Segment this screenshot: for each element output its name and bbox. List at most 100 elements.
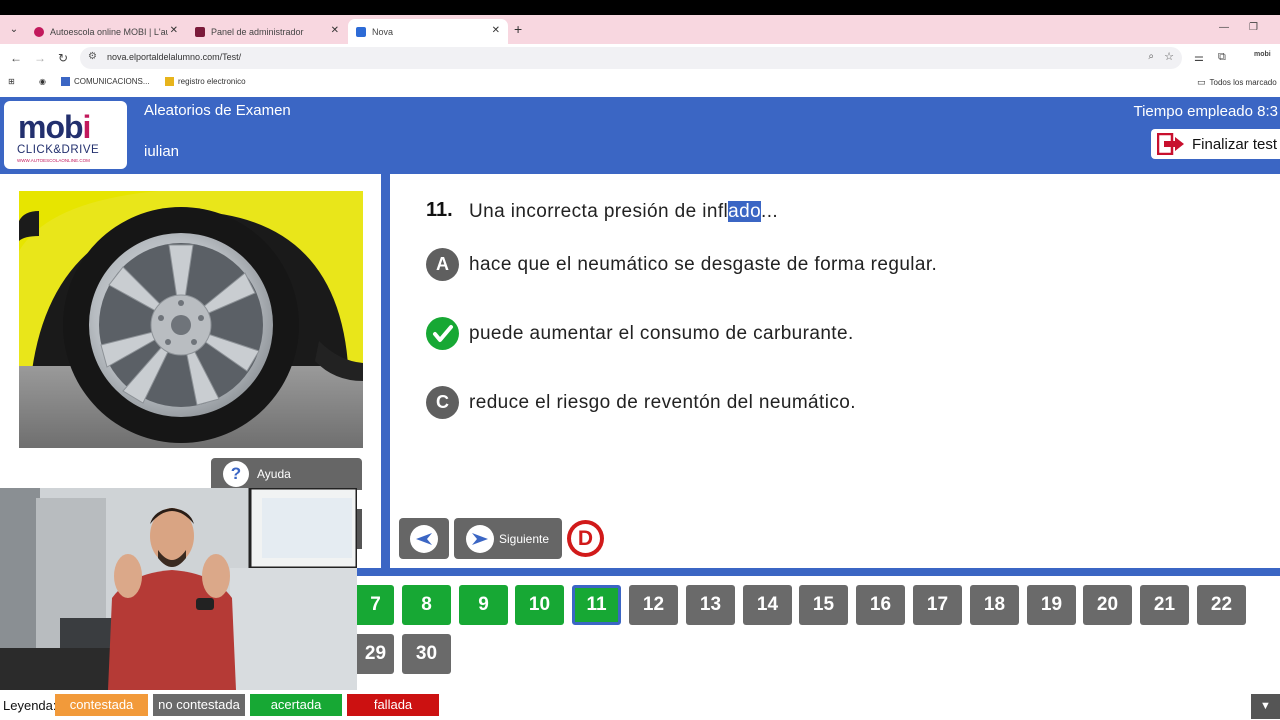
legend-unanswered: no contestada: [153, 694, 245, 716]
close-tab-icon[interactable]: ✕: [492, 25, 500, 36]
legend-label: Leyenda:: [3, 697, 57, 713]
help-button[interactable]: ? Ayuda: [211, 458, 362, 490]
profile-icon[interactable]: mobi: [1254, 51, 1271, 58]
question-button-12[interactable]: 12: [629, 585, 678, 625]
url-bar[interactable]: ⚙ nova.elportaldelalumno.com/Test/ ⌕ ☆: [80, 47, 1182, 69]
question-image-tire: [19, 191, 363, 448]
question-button-17[interactable]: 17: [913, 585, 962, 625]
finish-test-label: Finalizar test: [1192, 135, 1278, 153]
checkmark-icon: [426, 317, 459, 350]
close-tab-icon[interactable]: ✕: [331, 25, 339, 36]
question-button-19[interactable]: 19: [1027, 585, 1076, 625]
answer-option-c[interactable]: C reduce el riesgo de reventón del neumá…: [426, 386, 856, 419]
tab-title: Autoescola online MOBI | L'auto: [50, 26, 168, 37]
nova-favicon-icon: [356, 26, 366, 37]
url-text: nova.elportaldelalumno.com/Test/: [107, 52, 242, 62]
address-toolbar: ← → ↻ ⚙ nova.elportaldelalumno.com/Test/…: [0, 44, 1280, 72]
question-button-15[interactable]: 15: [799, 585, 848, 625]
logo-url-text: WWW.AUTOESCOLAONLINE.COM: [17, 158, 90, 163]
restore-icon[interactable]: ❐: [1249, 22, 1258, 33]
bookmark-comunicacions[interactable]: COMUNICACIONS...: [61, 77, 150, 86]
back-arrow-icon[interactable]: ←: [10, 51, 22, 65]
zoom-icon[interactable]: ⌕: [1148, 51, 1154, 62]
finish-test-button[interactable]: Finalizar test: [1151, 129, 1280, 159]
previous-button[interactable]: [399, 518, 449, 559]
question-button-18[interactable]: 18: [970, 585, 1019, 625]
browser-tab-mobi[interactable]: Autoescola online MOBI | L'auto ✕: [26, 19, 186, 44]
option-text: hace que el neumático se desgaste de for…: [469, 253, 938, 275]
help-label: Ayuda: [257, 467, 291, 481]
globe-bookmark-icon[interactable]: ◉: [39, 77, 46, 86]
doc-icon: [61, 77, 70, 86]
arrow-right-icon: [466, 524, 494, 553]
question-button-20[interactable]: 20: [1083, 585, 1132, 625]
next-label: Siguiente: [499, 531, 550, 546]
answer-option-b[interactable]: puede aumentar el consumo de carburante.: [426, 317, 854, 350]
bookmark-registro[interactable]: registro electronico: [165, 77, 246, 86]
folder-icon: ▭: [1197, 77, 1206, 87]
question-button-9[interactable]: 9: [459, 585, 508, 625]
selected-text: ado: [728, 201, 762, 222]
browser-tab-nova[interactable]: Nova ✕: [348, 19, 508, 44]
question-button-29[interactable]: 29: [357, 634, 394, 674]
close-tab-icon[interactable]: ✕: [170, 25, 178, 36]
apps-grid-icon[interactable]: ⊞: [8, 77, 15, 86]
all-bookmarks[interactable]: ▭ Todos los marcado: [1197, 77, 1277, 88]
tab-title: Nova: [372, 26, 394, 37]
bookmark-label: registro electronico: [178, 77, 246, 86]
browser-tab-admin[interactable]: Panel de administrador ✕: [187, 19, 347, 44]
mobi-favicon-icon: [34, 26, 44, 37]
browser-tab-strip: ⌄ Autoescola online MOBI | L'auto ✕ Pane…: [0, 15, 1280, 44]
question-button-8[interactable]: 8: [402, 585, 451, 625]
user-name: iulian: [144, 143, 180, 160]
answer-option-a[interactable]: A hace que el neumático se desgaste de f…: [426, 248, 937, 281]
question-button-11[interactable]: 11: [572, 585, 621, 625]
app-header: mobi CLICK&DRIVE WWW.AUTOESCOLAONLINE.CO…: [0, 97, 1280, 174]
question-button-14[interactable]: 14: [743, 585, 792, 625]
tab-title: Panel de administrador: [211, 26, 304, 37]
bookmark-label: COMUNICACIONS...: [74, 77, 150, 86]
logo-sub-text: CLICK&DRIVE: [17, 144, 100, 156]
question-text: Una incorrecta presión de inflado...: [469, 201, 779, 222]
horizontal-divider: [357, 568, 1280, 576]
question-button-10[interactable]: 10: [515, 585, 564, 625]
question-button-7[interactable]: 7: [357, 585, 394, 625]
bookmark-star-icon[interactable]: ☆: [1164, 50, 1174, 63]
d-button[interactable]: D: [567, 520, 604, 557]
question-mark-icon: ?: [223, 461, 249, 487]
next-button[interactable]: Siguiente: [454, 518, 562, 559]
legend: Leyenda: contestada no contestada acerta…: [0, 693, 444, 717]
webcam-overlay: [0, 488, 357, 690]
question-button-30[interactable]: 30: [402, 634, 451, 674]
option-badge: C: [426, 386, 459, 419]
test-title: Aleatorios de Examen: [144, 102, 291, 119]
legend-answered: contestada: [55, 694, 148, 716]
screen-top-bar: [0, 0, 1280, 15]
forward-arrow-icon[interactable]: →: [34, 51, 46, 65]
tab-search-chevron-icon[interactable]: ⌄: [5, 21, 23, 39]
extensions-puzzle-icon[interactable]: ⧉: [1218, 51, 1226, 64]
reload-icon[interactable]: ↻: [58, 51, 68, 65]
d-label: D: [571, 524, 600, 553]
question-button-22[interactable]: 22: [1197, 585, 1246, 625]
minimize-icon[interactable]: —: [1219, 22, 1229, 33]
exit-door-icon: [1157, 133, 1184, 155]
legend-correct: acertada: [250, 694, 342, 716]
question-button-21[interactable]: 21: [1140, 585, 1189, 625]
media-icon[interactable]: ⚌: [1194, 51, 1204, 64]
new-tab-plus-icon[interactable]: +: [514, 21, 522, 37]
question-button-13[interactable]: 13: [686, 585, 735, 625]
scroll-down-icon[interactable]: ▼: [1251, 694, 1280, 719]
arrow-left-icon: [410, 524, 438, 553]
mobi-logo[interactable]: mobi CLICK&DRIVE WWW.AUTOESCOLAONLINE.CO…: [4, 101, 127, 169]
question-button-16[interactable]: 16: [856, 585, 905, 625]
legend-failed: fallada: [347, 694, 439, 716]
elapsed-time: Tiempo empleado 8:3: [1133, 103, 1278, 120]
crest-icon: [165, 77, 174, 86]
site-info-icon[interactable]: ⚙: [88, 51, 97, 62]
question-number: 11.: [426, 199, 453, 221]
option-text: reduce el riesgo de reventón del neumáti…: [469, 391, 856, 413]
option-text: puede aumentar el consumo de carburante.: [469, 322, 854, 344]
vertical-divider: [381, 174, 390, 570]
bookmarks-bar: ⊞ ◉ COMUNICACIONS... registro electronic…: [0, 72, 1280, 95]
